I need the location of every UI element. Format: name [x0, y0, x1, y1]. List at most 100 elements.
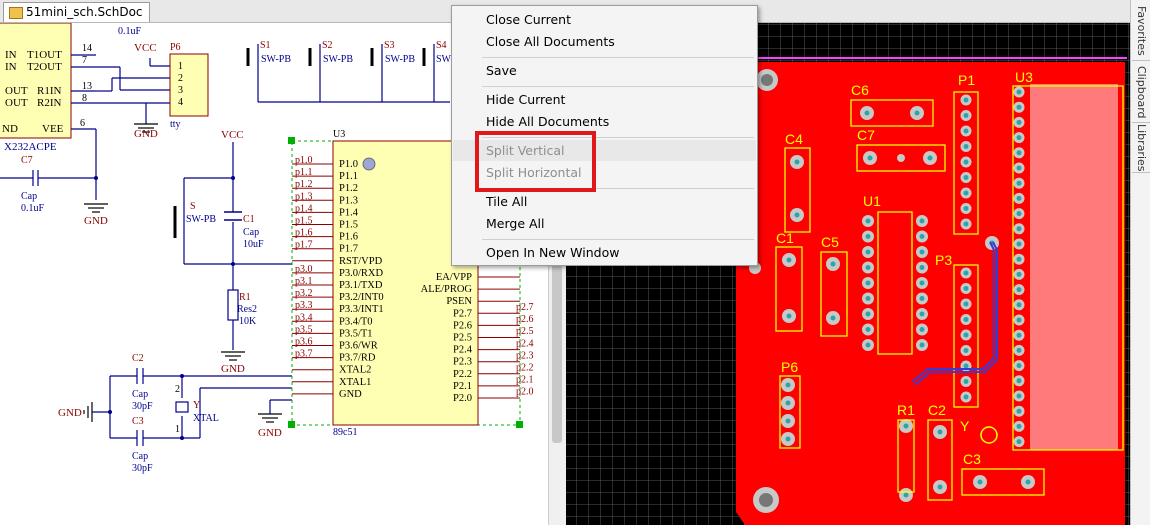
u3-net-label: p2.0 [516, 387, 534, 398]
pcb-pad-hole [963, 206, 969, 211]
pcb-pad-hole [919, 327, 925, 332]
menu-item-hide-current[interactable]: Hide Current [453, 89, 756, 110]
pcb-pad-hole [919, 249, 925, 255]
u3-part: 89c51 [333, 427, 357, 438]
pcb-pad-hole [865, 327, 871, 332]
menu-separator [482, 239, 754, 240]
pcb-label: U3 [1015, 69, 1033, 85]
menu-separator [482, 86, 754, 87]
chip-pin-right: VEE [42, 123, 64, 135]
pcb-pad-hole [914, 110, 920, 116]
pcb-label: C7 [857, 127, 875, 143]
panel-tab-favorites[interactable]: Favorites [1132, 2, 1150, 61]
pcb-pad-hole [1016, 423, 1022, 429]
menu-item-open-in-new-window[interactable]: Open In New Window [453, 242, 756, 263]
pcb-pad-hole [1016, 393, 1022, 399]
u3-pin-label: P3.4/T0 [339, 316, 373, 327]
c7-type: Cap [21, 191, 37, 202]
pcb-pad-hole [1016, 256, 1022, 262]
pcb-pad-hole [785, 382, 791, 388]
u3-pin-label: P2.6 [453, 320, 472, 331]
crystal-type: XTAL [193, 413, 219, 424]
pcb-label: P6 [781, 359, 798, 375]
u3-pin-label: P1.1 [339, 171, 358, 182]
pcb-pad-hole [963, 332, 969, 338]
u3-pin-label: P2.1 [453, 381, 472, 392]
pcb-pad-hole [1016, 317, 1022, 323]
pcb-pad-hole [830, 315, 836, 321]
u3-pin-label: P2.7 [453, 308, 472, 319]
pcb-pad-hole [963, 97, 969, 103]
max232-chip [0, 23, 72, 139]
pcb-pad-hole [1016, 241, 1022, 247]
pcb-pad-hole [963, 394, 969, 400]
pcb-pad-hole [1025, 479, 1031, 485]
pin-number: 6 [80, 118, 85, 129]
pcb-pad-hole [937, 429, 943, 435]
pcb-pad-hole [963, 113, 969, 118]
pcb-pad-hole [786, 313, 792, 319]
panel-tab-libraries[interactable]: Libraries [1132, 124, 1150, 173]
u3-pin-label: P3.0/RXD [339, 268, 383, 279]
pin-number: 8 [82, 93, 87, 104]
u3-footprint-body [1030, 84, 1118, 450]
menu-item-save[interactable]: Save [453, 60, 756, 81]
pcb-pad-hole [1016, 378, 1022, 384]
pcb-pad-hole [794, 212, 800, 218]
u3-pin-label: P2.0 [453, 393, 472, 404]
menu-item-close-all-documents[interactable]: Close All Documents [453, 31, 756, 52]
u3-pin-label: XTAL1 [339, 377, 371, 388]
u3-pin-label: XTAL2 [339, 365, 371, 376]
menu-item-hide-all-documents[interactable]: Hide All Documents [453, 111, 756, 132]
pcb-pad-hole [786, 257, 792, 263]
pcb-pad-hole [963, 128, 969, 134]
p6-pin: 2 [178, 73, 183, 84]
p6-pin: 1 [178, 61, 183, 72]
pcb-pad-hole [1016, 439, 1022, 445]
pcb-pad-hole [865, 296, 871, 301]
u3-pin-label: P1.7 [339, 244, 358, 255]
panel-tab-clipboard[interactable]: Clipboard [1132, 62, 1150, 123]
pcb-pad-hole [785, 400, 791, 406]
pcb-pad-hole [1016, 363, 1022, 369]
pcb-pad-hole [865, 218, 871, 224]
pcb-pad-hole [963, 286, 969, 291]
sw-designator: S [190, 201, 196, 212]
u3-net-label: p2.7 [516, 302, 534, 313]
pcb-pad-hole [785, 418, 791, 424]
pcb-pad-hole [903, 423, 909, 429]
c1-value: 10uF [243, 239, 264, 250]
crystal-designator: Y [193, 400, 200, 411]
u3-pin-label: RST/VPD [339, 256, 383, 267]
pcb-pad-hole [919, 265, 925, 270]
chip-pin-left: IN [5, 49, 17, 61]
crystal-pin: 2 [175, 384, 180, 395]
pcb-pad-hole [1016, 302, 1022, 308]
u3-designator: U3 [333, 129, 345, 140]
pcb-label: R1 [897, 402, 915, 418]
document-tab[interactable]: 51mini_sch.SchDoc [3, 2, 150, 22]
menu-separator [482, 57, 754, 58]
pcb-pad-hole [963, 190, 969, 196]
pcb-pad-hole [865, 265, 871, 270]
pcb-pad-hole [963, 270, 969, 276]
pcb-pad-hole [1016, 347, 1022, 353]
u3-pin-label: P3.5/T1 [339, 328, 373, 339]
pcb-label: C4 [785, 131, 803, 147]
pcb-pad-hole [1016, 150, 1022, 156]
r1-designator: R1 [239, 292, 251, 303]
u3-net-label: p2.1 [516, 375, 534, 386]
pcb-pad-hole [785, 436, 791, 442]
menu-item-tile-all[interactable]: Tile All [453, 191, 756, 212]
menu-item-close-current[interactable]: Close Current [453, 9, 756, 30]
menu-item-merge-all[interactable]: Merge All [453, 213, 756, 234]
gnd-label: GND [134, 128, 158, 140]
c1-designator: C1 [243, 214, 255, 225]
pin-number: 14 [82, 43, 92, 54]
pcb-label: Y [960, 418, 970, 434]
u3-pin-label: P3.2/INT0 [339, 292, 384, 303]
pin-number: 13 [82, 81, 92, 92]
crystal-symbol [175, 401, 189, 413]
u3-pin-label: EA/VPP [436, 272, 472, 283]
schematic-doc-icon [9, 7, 23, 19]
